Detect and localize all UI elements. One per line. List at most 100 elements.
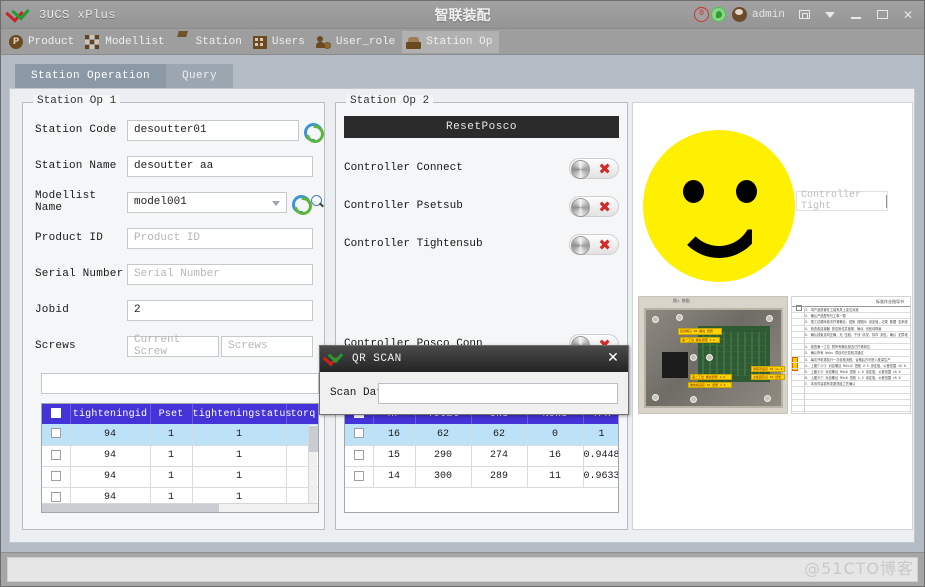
cell-tighteningid: 94 xyxy=(70,424,151,446)
field-jobid: Jobid 2 xyxy=(35,299,313,321)
alert-badge-icon[interactable]: 0 xyxy=(693,7,709,22)
photo-caption: 图1 装配 xyxy=(673,300,690,304)
checkbox-icon[interactable] xyxy=(50,449,61,460)
row-checkbox-cell[interactable] xyxy=(345,424,374,446)
menu-label: Users xyxy=(271,35,305,48)
menu-label: Modellist xyxy=(105,35,165,48)
minimize-icon[interactable] xyxy=(844,5,868,25)
field-label: Screws xyxy=(35,340,76,352)
cell-tighteningid: 94 xyxy=(70,445,151,467)
caret-down-icon[interactable] xyxy=(818,5,842,25)
product-id-input[interactable]: Product ID xyxy=(127,227,313,249)
table-row[interactable]: 94 1 1 xyxy=(42,424,318,446)
toggle-label: Controller Tightensub xyxy=(344,238,483,250)
text-caret xyxy=(886,194,887,208)
table-vertical-scrollbar[interactable] xyxy=(308,425,318,505)
checkbox-icon[interactable] xyxy=(50,408,61,419)
row-checkbox-cell[interactable] xyxy=(345,445,374,467)
toggle-off-x-icon[interactable]: ✖ xyxy=(569,233,619,255)
refresh-icon[interactable] xyxy=(304,122,320,138)
toggle-off-x-icon[interactable]: ✖ xyxy=(569,157,619,179)
modellist-grid-icon xyxy=(85,35,100,49)
cell-oks: 62 xyxy=(471,424,528,446)
tab-station-operation[interactable]: Station Operation xyxy=(15,64,167,88)
doc-title: 标准作业指导书 xyxy=(792,297,910,307)
col-tighteningid[interactable]: tighteningid xyxy=(70,404,151,424)
checkbox-icon[interactable] xyxy=(353,428,364,439)
checkbox-icon[interactable] xyxy=(50,470,61,481)
work-instruction-doc[interactable]: 标准作业指导书 1. 将产品放置在工装夹具上定位对准 2. 确认产品型号与工单一… xyxy=(791,296,911,414)
jobid-input[interactable]: 2 xyxy=(127,299,313,321)
reset-posco-button[interactable]: ResetPosco xyxy=(344,116,619,138)
modellist-name-combo[interactable]: model001 xyxy=(127,191,287,213)
row-checkbox-cell[interactable] xyxy=(42,424,71,446)
cell-hr: 15 xyxy=(373,445,416,467)
cell-noks: 0 xyxy=(527,424,584,446)
controller-tight-field[interactable]: Controller Tight xyxy=(796,190,888,212)
select-all-header[interactable] xyxy=(42,404,71,424)
app-title: 3UCS xPlus xyxy=(39,7,117,22)
cell-yr: 0.9633 xyxy=(583,466,618,488)
qr-scan-dialog: QR SCAN ✕ Scan Data xyxy=(319,345,629,415)
user-avatar-icon[interactable] xyxy=(731,7,747,22)
message-box-input[interactable] xyxy=(41,373,319,394)
row-checkbox-cell[interactable] xyxy=(345,466,374,488)
scan-data-input[interactable] xyxy=(378,383,618,404)
table-horizontal-scrollbar[interactable] xyxy=(42,503,318,512)
serial-number-input[interactable]: Serial Number xyxy=(127,263,313,285)
cell-tighteningstatus: 1 xyxy=(192,424,287,446)
table-row[interactable]: 94 1 1 xyxy=(42,466,318,488)
table-row[interactable]: 15 290 274 16 0.9448 xyxy=(345,445,618,467)
row-checkbox-cell[interactable] xyxy=(42,466,71,488)
current-screw-input[interactable]: Current Screw xyxy=(127,334,219,358)
users-icon xyxy=(252,35,267,49)
toggle-off-x-icon[interactable]: ✖ xyxy=(569,195,619,217)
screws-total-input[interactable]: Screws xyxy=(221,335,313,357)
table-row[interactable]: 14 300 289 11 0.9633 xyxy=(345,466,618,488)
col-pset[interactable]: Pset xyxy=(150,404,193,424)
checkbox-icon[interactable] xyxy=(353,470,364,481)
main-panel: Station Op 1 Station Code desoutter01 St… xyxy=(9,88,915,543)
station-code-input[interactable]: desoutter01 xyxy=(127,119,299,141)
assembly-photo[interactable]: 图1 装配 接线端子 M4 螺丝 扭矩 2 xyxy=(638,296,788,414)
col-torque[interactable]: torq xyxy=(286,404,318,424)
photo-label: 主板固定点 M3 扭矩 1.8 xyxy=(751,374,785,380)
table-header-row: tighteningid Pset tighteningstatus torq xyxy=(42,404,318,424)
refresh-icon[interactable] xyxy=(292,194,308,210)
menu-label: User_role xyxy=(335,35,396,48)
cell-pset: 1 xyxy=(150,424,193,446)
station-name-input[interactable]: desoutter aa xyxy=(127,155,313,177)
menu-item-users[interactable]: Users xyxy=(249,31,312,53)
row-checkbox-cell[interactable] xyxy=(42,445,71,467)
close-icon[interactable]: ✕ xyxy=(896,5,920,25)
qr-dialog-body: Scan Data xyxy=(320,372,628,416)
x-icon: ✖ xyxy=(598,159,611,178)
menu-item-station-op[interactable]: Station Op xyxy=(402,30,500,53)
restore-window-icon[interactable] xyxy=(792,5,816,25)
close-icon[interactable]: ✕ xyxy=(604,349,622,367)
cell-hr: 14 xyxy=(373,466,416,488)
tab-query[interactable]: Query xyxy=(166,64,234,88)
station-op-icon xyxy=(406,36,422,49)
hourly-stats-table: Hr Total Oks Noks Y/R 16 62 62 0 xyxy=(344,403,619,513)
cell-oks: 289 xyxy=(471,466,528,488)
checkbox-icon[interactable] xyxy=(50,428,61,439)
menu-item-modellist[interactable]: Modellist xyxy=(81,31,171,53)
toggle-controller-psetsub: Controller Psetsub ✖ xyxy=(344,194,619,218)
table-row[interactable]: 16 62 62 0 1 xyxy=(345,424,618,446)
menu-item-product[interactable]: P Product xyxy=(5,31,81,53)
cell-tighteningid: 94 xyxy=(70,466,151,488)
maximize-icon[interactable] xyxy=(870,5,894,25)
search-icon[interactable] xyxy=(310,194,325,210)
user-name-label: admin xyxy=(751,8,785,21)
tightening-table: tighteningid Pset tighteningstatus torq … xyxy=(41,403,319,513)
table-row[interactable]: 94 1 1 xyxy=(42,445,318,467)
checkbox-icon[interactable] xyxy=(50,491,61,502)
cell-total: 290 xyxy=(415,445,472,467)
menu-item-station[interactable]: Station xyxy=(172,31,249,53)
green-status-icon[interactable] xyxy=(710,7,726,22)
controller-tight-placeholder: Controller Tight xyxy=(801,190,862,212)
menu-item-user-role[interactable]: User_role xyxy=(312,31,402,53)
col-tighteningstatus[interactable]: tighteningstatus xyxy=(192,404,292,424)
checkbox-icon[interactable] xyxy=(353,449,364,460)
